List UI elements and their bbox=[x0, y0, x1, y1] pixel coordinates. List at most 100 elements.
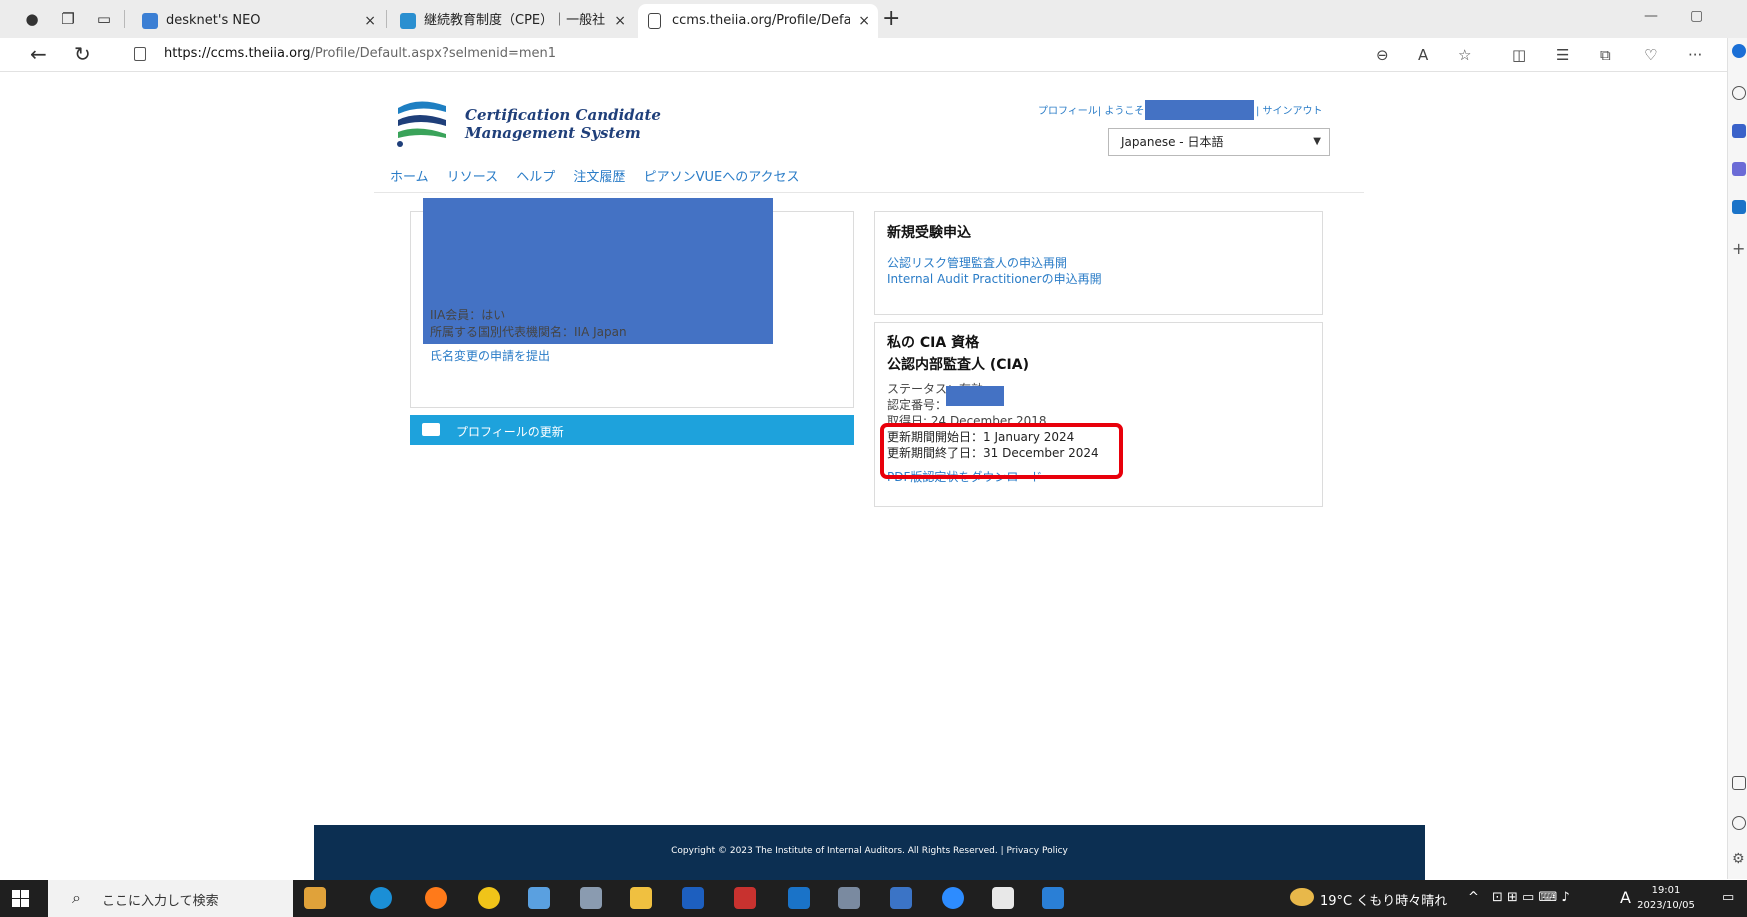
url-path: /Profile/Default.aspx?selmenid=men1 bbox=[310, 46, 557, 61]
tab-desknets[interactable]: desknet's NEO × bbox=[132, 4, 384, 38]
signout-link[interactable]: | サインアウト bbox=[1256, 102, 1323, 117]
url-field[interactable]: https://ccms.theiia.org/Profile/Default.… bbox=[114, 41, 1414, 69]
cia-designation: 公認内部監査人 (CIA) bbox=[887, 357, 1029, 373]
browser-essentials-icon[interactable]: ♡ bbox=[1644, 46, 1657, 64]
taskbar-search-box[interactable]: ⌕ ここに入力して検索 bbox=[48, 880, 293, 917]
read-aloud-icon[interactable]: A bbox=[1418, 46, 1428, 64]
tools-icon[interactable] bbox=[1732, 162, 1746, 176]
taskbar-search-placeholder: ここに入力して検索 bbox=[102, 894, 219, 909]
page-content: Certification Candidate Management Syste… bbox=[314, 72, 1425, 880]
more-menu-icon[interactable]: ··· bbox=[1688, 46, 1702, 64]
cia-heading: 私の CIA 資格 bbox=[887, 335, 980, 351]
settings-gear-icon[interactable]: ⚙ bbox=[1732, 852, 1746, 866]
desknets-favicon-icon bbox=[142, 13, 158, 29]
profile-icon[interactable]: ● bbox=[22, 9, 42, 29]
favorite-star-icon[interactable]: ☆ bbox=[1458, 46, 1471, 64]
page-favicon-icon bbox=[648, 13, 661, 29]
search-icon: ⌕ bbox=[72, 888, 81, 907]
redacted-username bbox=[1145, 100, 1254, 120]
copilot-icon[interactable] bbox=[1732, 44, 1746, 58]
collections-icon[interactable]: ❐ bbox=[58, 9, 78, 29]
calculator-app-icon[interactable] bbox=[838, 887, 860, 909]
search-icon[interactable] bbox=[1732, 86, 1746, 100]
tray-chevron-up-icon[interactable]: ^ bbox=[1468, 890, 1479, 905]
maximize-button[interactable]: ▢ bbox=[1690, 8, 1703, 24]
ccms-logo-icon[interactable] bbox=[394, 92, 450, 148]
page-footer: Copyright © 2023 The Institute of Intern… bbox=[314, 825, 1425, 880]
refresh-icon[interactable]: ↻ bbox=[74, 43, 91, 65]
weather-icon[interactable] bbox=[1290, 888, 1314, 906]
site-info-icon[interactable] bbox=[134, 47, 146, 61]
member-status: IIA会員：はい bbox=[430, 308, 506, 322]
new-exam-panel: 新規受験申込 公認リスク管理監査人の申込再開 Internal Audit Pr… bbox=[874, 211, 1323, 315]
nav-divider bbox=[374, 192, 1364, 193]
profile-welcome-link[interactable]: プロフィール| ようこそ bbox=[1038, 102, 1144, 117]
close-icon[interactable]: × bbox=[858, 4, 870, 38]
highlight-annotation bbox=[880, 423, 1123, 479]
new-tab-button[interactable]: + bbox=[882, 7, 900, 31]
crma-resume-link[interactable]: 公認リスク管理監査人の申込再開 bbox=[887, 254, 1067, 271]
notepad-app-icon[interactable] bbox=[528, 887, 550, 909]
nav-item-help[interactable]: ヘルプ bbox=[516, 170, 555, 185]
pdf-app-icon[interactable] bbox=[734, 887, 756, 909]
windows-start-icon[interactable] bbox=[12, 890, 29, 907]
language-select[interactable]: Japanese - 日本語 ▼ bbox=[1108, 128, 1330, 156]
tab-cpe[interactable]: 継続教育制度（CPE）｜一般社団 × bbox=[390, 4, 634, 38]
close-icon[interactable]: × bbox=[614, 4, 626, 38]
app-14-icon[interactable] bbox=[992, 887, 1014, 909]
footer-copyright: Copyright © 2023 The Institute of Intern… bbox=[671, 846, 1068, 856]
notification-icon[interactable]: ▭ bbox=[1722, 890, 1734, 905]
nav-item-resources[interactable]: リソース bbox=[447, 170, 498, 185]
iap-resume-link[interactable]: Internal Audit Practitionerの申込再開 bbox=[887, 270, 1102, 287]
taskbar-clock[interactable]: 19:01 2023/10/05 bbox=[1636, 883, 1696, 913]
shopping-icon[interactable] bbox=[1732, 124, 1746, 138]
nav-item-pearson-vue[interactable]: ピアソンVUEへのアクセス bbox=[644, 170, 800, 185]
add-icon[interactable]: + bbox=[1732, 241, 1746, 257]
tab-actions-icon[interactable]: ▭ bbox=[94, 9, 114, 29]
feedback-icon[interactable] bbox=[1732, 816, 1746, 830]
outlook-icon[interactable] bbox=[1732, 200, 1746, 214]
clock-time: 19:01 bbox=[1651, 885, 1681, 896]
chrome-app-icon[interactable] bbox=[478, 887, 500, 909]
main-nav: ホーム リソース ヘルプ 注文履歴 ピアソンVUEへのアクセス bbox=[390, 166, 814, 185]
remote-app-icon[interactable] bbox=[890, 887, 912, 909]
tab-ccms[interactable]: ccms.theiia.org/Profile/Default.a × bbox=[638, 4, 878, 38]
close-icon[interactable]: × bbox=[364, 4, 376, 38]
brand-title-line1: Certification Candidate bbox=[465, 106, 661, 124]
sidebar-layout-icon[interactable] bbox=[1732, 776, 1746, 790]
minimize-button[interactable]: — bbox=[1644, 8, 1658, 24]
edge-app-icon[interactable] bbox=[370, 887, 392, 909]
zoom-app-icon[interactable] bbox=[942, 887, 964, 909]
briefcase-app-icon[interactable] bbox=[304, 887, 326, 909]
outlook-app-icon[interactable] bbox=[788, 887, 810, 909]
brand-title-line2: Management System bbox=[465, 124, 641, 142]
tab-title: desknet's NEO bbox=[166, 13, 261, 28]
weather-text[interactable]: 19°C くもり時々晴れ bbox=[1320, 890, 1447, 909]
nav-item-home[interactable]: ホーム bbox=[390, 170, 429, 185]
address-bar-row: ← ↻ https://ccms.theiia.org/Profile/Defa… bbox=[0, 38, 1747, 72]
back-arrow-icon[interactable]: ← bbox=[30, 43, 47, 65]
paint-app-icon[interactable] bbox=[580, 887, 602, 909]
url-host: https://ccms.theiia.org bbox=[164, 46, 311, 61]
app-8-icon[interactable] bbox=[682, 887, 704, 909]
update-profile-label: プロフィールの更新 bbox=[456, 425, 564, 439]
tab-title: ccms.theiia.org/Profile/Default.a bbox=[672, 13, 850, 28]
favorites-icon[interactable]: ☰ bbox=[1556, 46, 1569, 64]
tray-icons[interactable]: ⊡ ⊞ ▭ ⌨ ♪ bbox=[1492, 890, 1570, 905]
new-exam-heading: 新規受験申込 bbox=[887, 225, 971, 241]
redacted-cert-number bbox=[946, 386, 1004, 406]
firefox-app-icon[interactable] bbox=[425, 887, 447, 909]
nav-item-order-history[interactable]: 注文履歴 bbox=[573, 170, 625, 185]
file-explorer-icon[interactable] bbox=[630, 887, 652, 909]
update-profile-button[interactable]: プロフィールの更新 bbox=[410, 415, 854, 445]
edge-sidebar: + ⚙ bbox=[1727, 38, 1747, 879]
name-change-link[interactable]: 氏名変更の申請を提出 bbox=[430, 347, 550, 364]
tab-separator bbox=[124, 10, 125, 28]
split-screen-icon[interactable]: ◫ bbox=[1512, 46, 1526, 64]
zoom-icon[interactable]: ⊖ bbox=[1376, 46, 1389, 64]
app-15-icon[interactable] bbox=[1042, 887, 1064, 909]
collections-icon[interactable]: ⧉ bbox=[1600, 46, 1611, 64]
ime-indicator-icon[interactable]: A bbox=[1620, 888, 1631, 907]
chevron-down-icon: ▼ bbox=[1313, 136, 1321, 147]
clock-date: 2023/10/05 bbox=[1637, 900, 1695, 911]
